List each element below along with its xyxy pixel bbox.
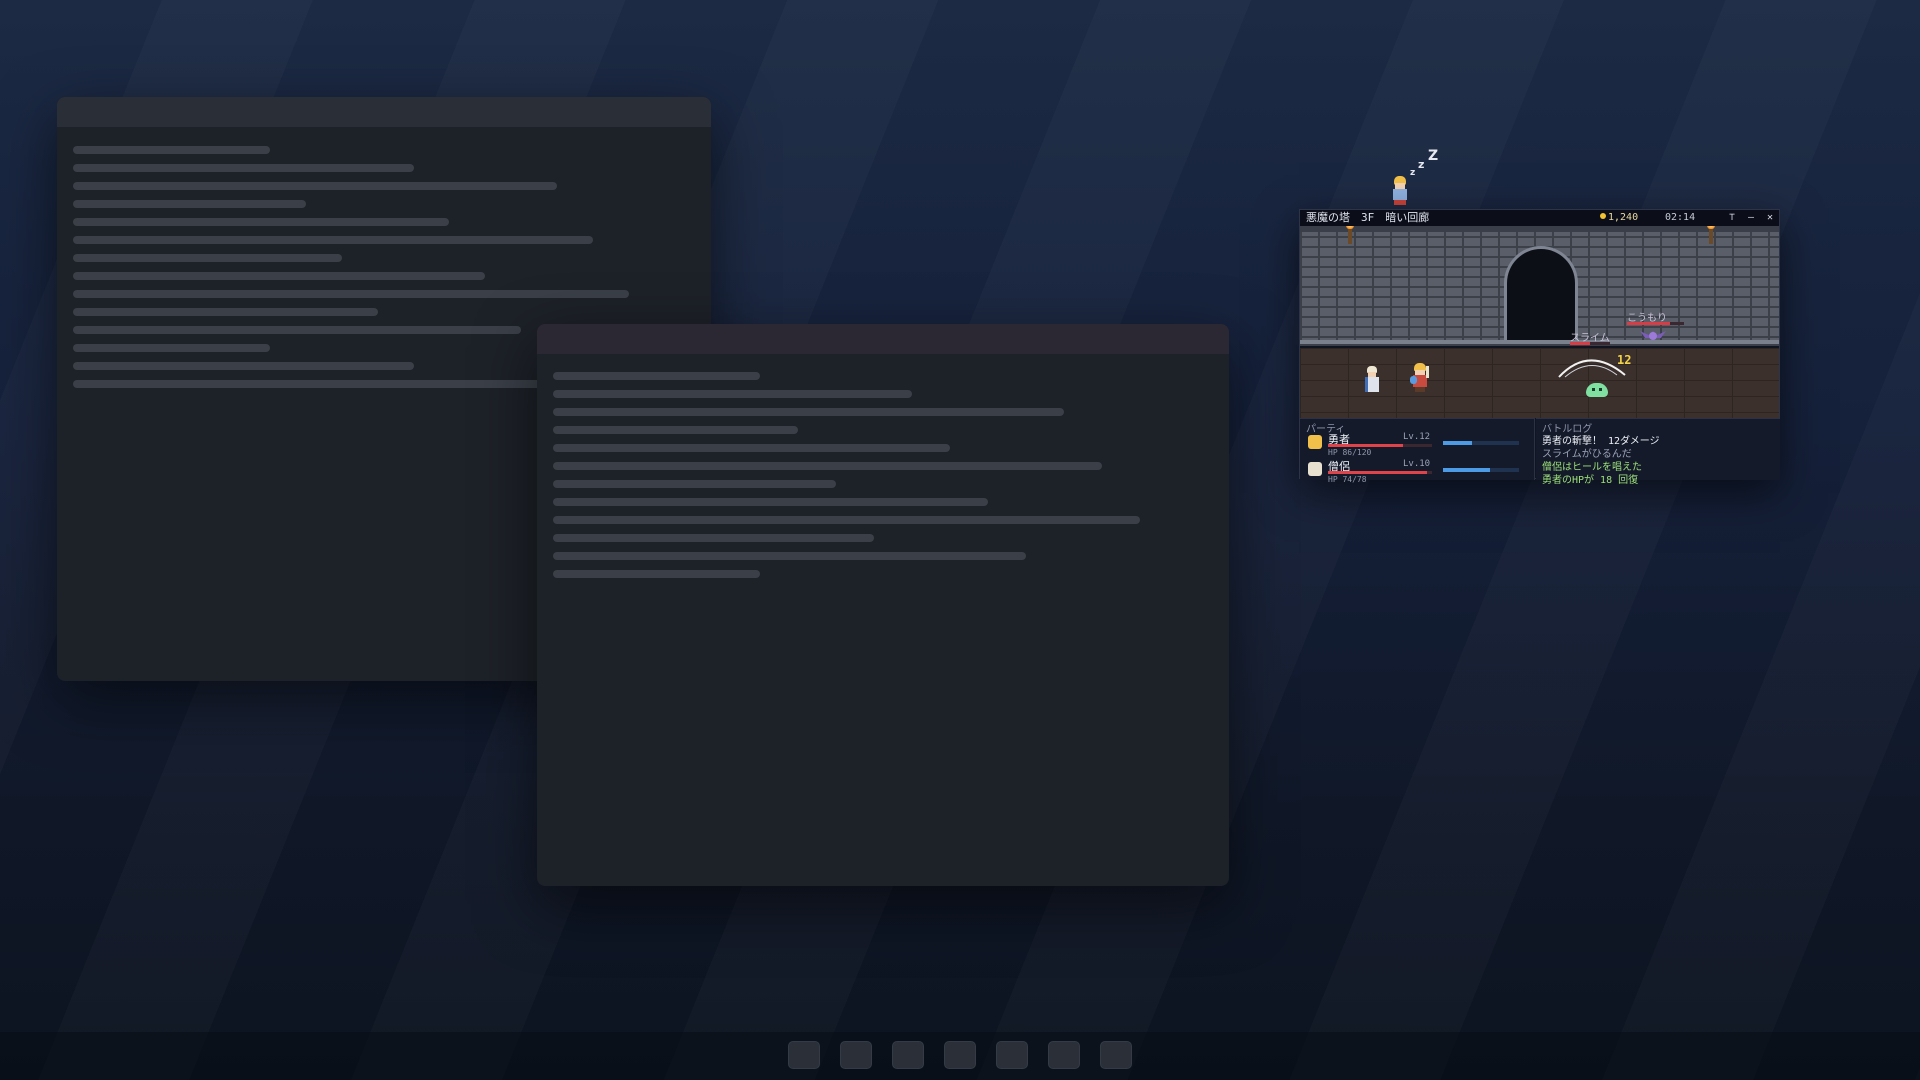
game-titlebar[interactable]: 悪魔の塔 3F 暗い回廊 1,240 02:14 ⊤ — ✕ <box>1300 210 1779 226</box>
placeholder-line <box>73 308 378 316</box>
placeholder-line <box>73 380 557 388</box>
background-window[interactable] <box>537 324 1229 886</box>
member-level: Lv.12 <box>1403 432 1431 442</box>
placeholder-line <box>553 480 836 488</box>
placeholder-line <box>73 182 557 190</box>
placeholder-line <box>73 254 342 262</box>
enemy-hp-fill <box>1570 342 1590 345</box>
log-entry: 勇者のHPが 18 回復 <box>1542 475 1639 486</box>
party-panel: パーティ 勇者 Lv.12 HP 86/120 僧侶 Lv.10 HP 74/7… <box>1300 418 1535 484</box>
game-window[interactable]: 悪魔の塔 3F 暗い回廊 1,240 02:14 ⊤ — ✕ こうもり スライム… <box>1299 209 1780 486</box>
torch-icon <box>1346 226 1354 244</box>
member-hp-text: HP 74/78 <box>1328 475 1367 484</box>
hero-portrait <box>1308 435 1322 449</box>
sleeping-pet-sprite[interactable] <box>1390 176 1410 206</box>
placeholder-line <box>73 164 414 172</box>
taskbar-app-button[interactable] <box>840 1041 872 1069</box>
hp-bar-fill <box>1328 471 1427 474</box>
gold-counter: 1,240 <box>1600 210 1638 226</box>
close-button[interactable]: ✕ <box>1762 211 1778 224</box>
minimize-button[interactable]: — <box>1743 211 1759 224</box>
party-member-hero[interactable]: 勇者 Lv.12 HP 86/120 <box>1300 431 1534 458</box>
enemy-hp-fill <box>1627 322 1670 325</box>
slime-enemy-sprite[interactable] <box>1586 383 1608 397</box>
placeholder-line <box>553 552 1026 560</box>
placeholder-line <box>553 390 912 398</box>
placeholder-line <box>553 534 874 542</box>
wall-ledge <box>1300 340 1779 346</box>
mp-bar <box>1443 441 1519 445</box>
battle-scene[interactable]: こうもり スライム 12 <box>1300 226 1779 418</box>
placeholder-line <box>73 344 270 352</box>
placeholder-line <box>553 372 760 380</box>
damage-number: 12 <box>1617 353 1632 367</box>
priest-sprite[interactable] <box>1364 366 1380 392</box>
window-titlebar[interactable] <box>57 97 711 127</box>
placeholder-line <box>553 408 1064 416</box>
mp-bar-fill <box>1443 441 1472 445</box>
taskbar-app-button[interactable] <box>1100 1041 1132 1069</box>
mp-bar-fill <box>1443 468 1491 472</box>
placeholder-line <box>553 498 988 506</box>
battle-log-panel: バトルログ 勇者の斬撃！ 12ダメージ スライムがひるんだ 僧侶はヒールを唱えた… <box>1536 418 1780 486</box>
placeholder-line <box>73 272 485 280</box>
taskbar-app-button[interactable] <box>788 1041 820 1069</box>
placeholder-line <box>553 426 798 434</box>
torch-icon <box>1707 226 1715 244</box>
hp-bar <box>1328 444 1432 447</box>
placeholder-line <box>553 570 760 578</box>
taskbar-app-button[interactable] <box>892 1041 924 1069</box>
taskbar-app-button[interactable] <box>996 1041 1028 1069</box>
hp-bar <box>1328 471 1432 474</box>
placeholder-line <box>553 516 1140 524</box>
placeholder-line <box>73 362 414 370</box>
placeholder-line <box>73 146 270 154</box>
priest-portrait <box>1308 462 1322 476</box>
bat-enemy-sprite[interactable] <box>1640 328 1666 342</box>
window-titlebar[interactable] <box>537 324 1229 354</box>
taskbar-app-button[interactable] <box>1048 1041 1080 1069</box>
mp-bar <box>1443 468 1519 472</box>
member-level: Lv.10 <box>1403 459 1431 469</box>
enemy-hp-bar-slime <box>1570 342 1610 345</box>
pin-button[interactable]: ⊤ <box>1724 211 1740 224</box>
hp-bar-fill <box>1328 444 1403 447</box>
hero-sprite[interactable] <box>1410 363 1430 393</box>
taskbar-app-button[interactable] <box>944 1041 976 1069</box>
placeholder-line <box>73 218 449 226</box>
enemy-hp-bar-bat <box>1627 322 1684 325</box>
member-hp-text: HP 86/120 <box>1328 448 1372 457</box>
play-time: 02:14 <box>1665 212 1696 223</box>
location-label: 悪魔の塔 3F 暗い回廊 <box>1306 211 1430 224</box>
placeholder-line <box>73 200 306 208</box>
placeholder-line <box>73 236 593 244</box>
coin-icon <box>1600 213 1606 219</box>
placeholder-line <box>553 444 950 452</box>
placeholder-line <box>73 326 521 334</box>
party-member-priest[interactable]: 僧侶 Lv.10 HP 74/78 <box>1300 458 1534 485</box>
dungeon-doorway <box>1504 246 1578 343</box>
placeholder-line <box>553 462 1102 470</box>
placeholder-line <box>73 290 629 298</box>
